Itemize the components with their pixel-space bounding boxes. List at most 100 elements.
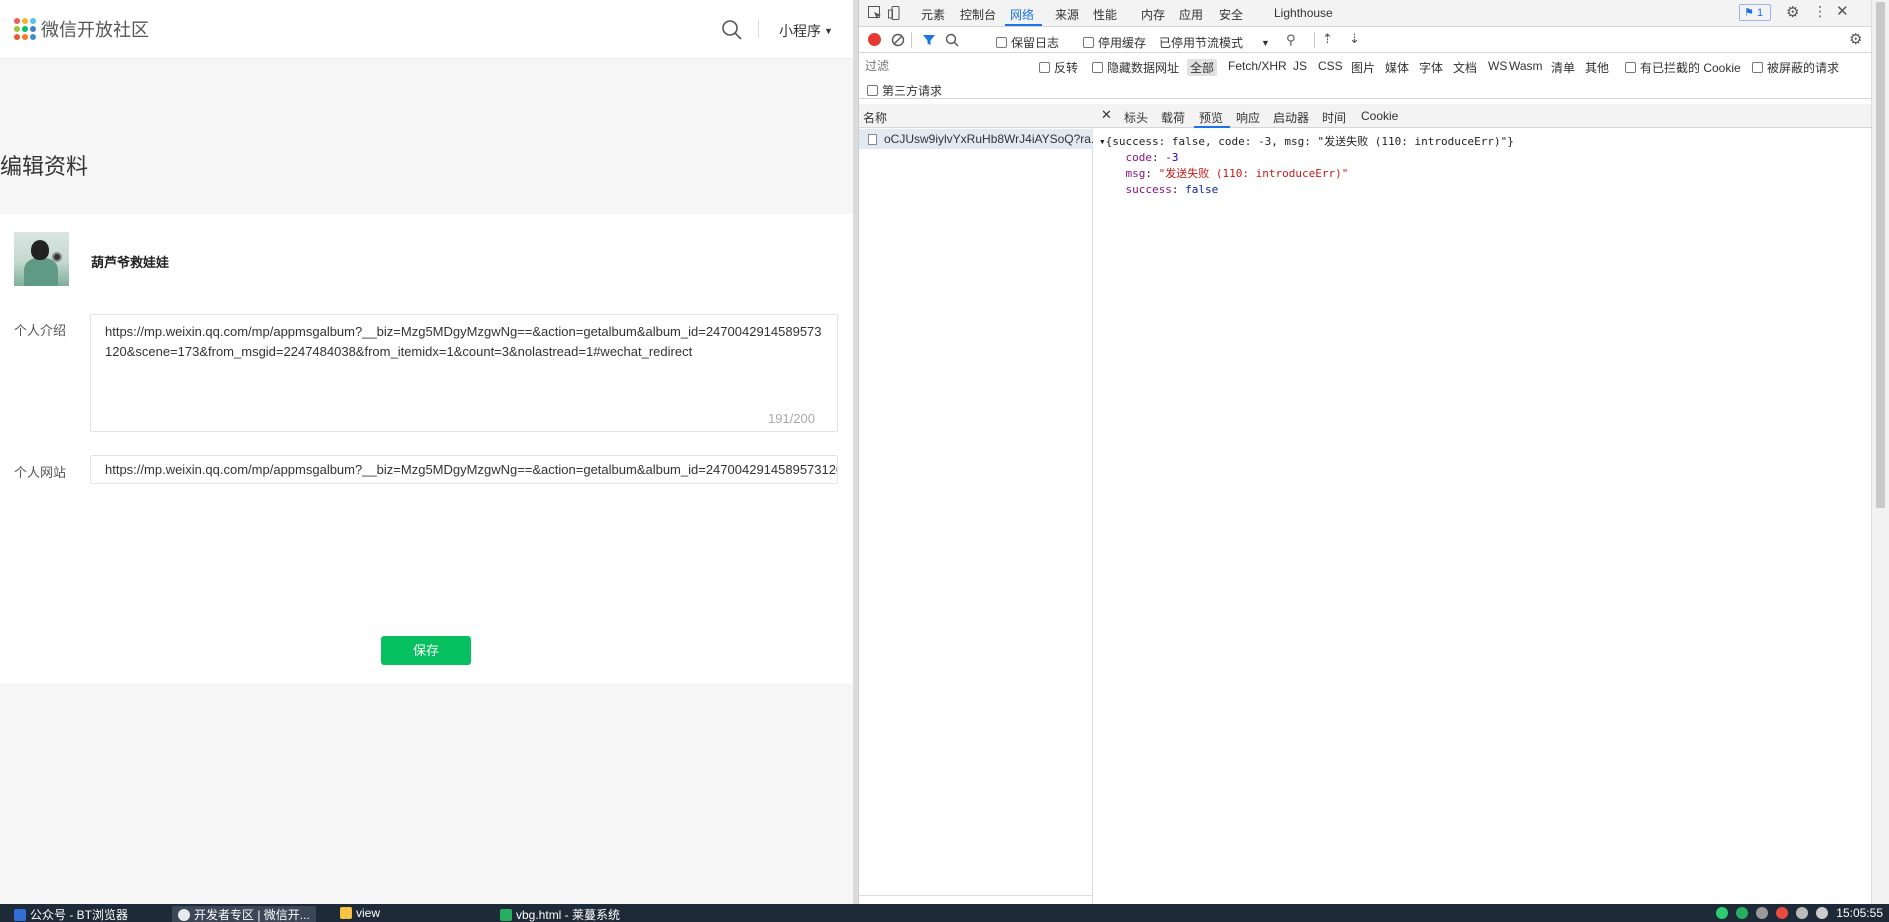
detail-tab-timing[interactable]: 时间: [1322, 109, 1346, 126]
settings-gear-icon[interactable]: ⚙: [1786, 3, 1799, 21]
more-options-icon[interactable]: ⋮: [1813, 3, 1827, 20]
filter-type-js[interactable]: JS: [1293, 59, 1307, 73]
invert-checkbox[interactable]: 反转: [1039, 59, 1078, 76]
checkbox-box: [996, 37, 1007, 48]
clock[interactable]: 15:05:55: [1836, 906, 1883, 920]
taskbar-item-view[interactable]: view: [340, 906, 380, 922]
filter-type-media[interactable]: 媒体: [1385, 59, 1409, 76]
tab-network[interactable]: 网络: [1010, 6, 1034, 23]
website-label: 个人网站: [14, 465, 67, 480]
third-party-checkbox[interactable]: 第三方请求: [867, 82, 942, 99]
tab-application[interactable]: 应用: [1179, 6, 1203, 23]
network-status-bar: [859, 895, 1093, 904]
record-icon[interactable]: [868, 33, 881, 46]
device-toolbar-icon[interactable]: [887, 5, 903, 21]
taskbar-item-devzone[interactable]: 开发者专区 | 微信开...: [172, 906, 316, 922]
tab-memory[interactable]: 内存: [1141, 6, 1165, 23]
detail-tab-preview[interactable]: 预览: [1199, 109, 1223, 126]
disable-cache-checkbox[interactable]: 停用缓存: [1083, 34, 1146, 51]
invert-label: 反转: [1054, 61, 1079, 75]
tab-console[interactable]: 控制台: [960, 6, 996, 23]
filter-type-fetch-xhr[interactable]: Fetch/XHR: [1228, 59, 1287, 73]
devtools-tabbar: 元素 控制台 网络 来源 性能 内存 应用 安全 Lighthouse ⚑ 1 …: [859, 0, 1871, 27]
issues-badge[interactable]: ⚑ 1: [1739, 4, 1771, 21]
name-column-header[interactable]: 名称: [859, 104, 1093, 128]
network-tray-icon[interactable]: [1756, 907, 1769, 919]
site-logo-icon[interactable]: [14, 18, 36, 40]
detail-tab-payload[interactable]: 载荷: [1161, 109, 1185, 126]
filter-type-other[interactable]: 其他: [1585, 59, 1609, 76]
request-row[interactable]: oCJUsw9iylvYxRuHb8WrJ4iAYSoQ?ra...: [859, 129, 1093, 149]
filter-icon[interactable]: [921, 32, 937, 48]
network-settings-gear-icon[interactable]: ⚙: [1849, 30, 1862, 48]
json-value-code: -3: [1165, 151, 1179, 164]
close-devtools-icon[interactable]: ✕: [1836, 2, 1849, 20]
preserve-log-checkbox[interactable]: 保留日志: [996, 34, 1059, 51]
app-tray-icon[interactable]: [1776, 907, 1789, 919]
tab-performance[interactable]: 性能: [1093, 6, 1117, 23]
network-filter-bar: 反转 隐藏数据网址 全部 Fetch/XHR JS CSS 图片 媒体 字体 文…: [859, 53, 1871, 99]
blocked-cookies-checkbox[interactable]: 有已拦截的 Cookie: [1625, 59, 1741, 76]
import-har-icon[interactable]: ⇡: [1322, 31, 1333, 47]
json-summary[interactable]: {success: false, code: -3, msg: "发送失败 (1…: [1106, 135, 1514, 148]
filter-input[interactable]: [865, 57, 1025, 75]
save-button[interactable]: 保存: [381, 636, 471, 665]
filter-type-doc[interactable]: 文档: [1453, 59, 1477, 76]
filter-type-css[interactable]: CSS: [1318, 59, 1343, 73]
detail-tab-cookies[interactable]: Cookie: [1361, 109, 1398, 123]
filter-type-manifest[interactable]: 清单: [1551, 59, 1575, 76]
detail-tab-headers[interactable]: 标头: [1124, 109, 1148, 126]
json-key-code: code: [1125, 151, 1153, 164]
chrome-icon: [178, 909, 190, 921]
site-title[interactable]: 微信开放社区: [41, 16, 149, 42]
wechat-tray-icon[interactable]: [1716, 907, 1729, 919]
close-detail-icon[interactable]: ✕: [1101, 107, 1112, 123]
profile-form: 葫芦爷救娃娃 个人介绍 https://mp.weixin.qq.com/mp/…: [0, 214, 853, 683]
document-icon: [868, 134, 877, 145]
tab-lighthouse[interactable]: Lighthouse: [1274, 6, 1333, 20]
disable-cache-label: 停用缓存: [1098, 36, 1147, 50]
miniprogram-menu[interactable]: 小程序 ▼: [779, 21, 833, 41]
taskbar-item-label: 公众号 - BT浏览器: [30, 908, 128, 922]
filter-type-wasm[interactable]: Wasm: [1509, 59, 1543, 73]
intro-textarea[interactable]: https://mp.weixin.qq.com/mp/appmsgalbum?…: [90, 314, 838, 432]
system-tray: 15:05:55: [1716, 906, 1883, 920]
json-value-success: false: [1185, 183, 1219, 196]
checkbox-box: [1083, 37, 1094, 48]
intro-label: 个人介绍: [14, 323, 67, 338]
detail-tab-initiator[interactable]: 启动器: [1273, 109, 1309, 126]
inspect-element-icon[interactable]: [867, 5, 883, 21]
volume-tray-icon[interactable]: [1796, 907, 1809, 919]
search-icon[interactable]: [721, 19, 743, 41]
hide-data-urls-label: 隐藏数据网址: [1107, 61, 1180, 75]
throttling-select[interactable]: 已停用节流模式 ▼: [1159, 34, 1270, 51]
filter-type-img[interactable]: 图片: [1351, 59, 1375, 76]
export-har-icon[interactable]: ⇣: [1349, 31, 1360, 47]
expand-triangle-icon[interactable]: ▾: [1099, 135, 1106, 148]
blocked-requests-label: 被屏蔽的请求: [1767, 61, 1840, 75]
filter-type-font[interactable]: 字体: [1419, 59, 1443, 76]
devtools-scrollbar[interactable]: [1871, 0, 1889, 904]
username: 葫芦爷救娃娃: [91, 255, 170, 270]
wechat-tray-icon[interactable]: [1736, 907, 1749, 919]
intro-char-counter: 191/200: [768, 411, 815, 426]
hide-data-urls-checkbox[interactable]: 隐藏数据网址: [1092, 59, 1179, 76]
network-conditions-icon[interactable]: ⚲: [1286, 32, 1296, 48]
ime-tray-icon[interactable]: [1816, 907, 1829, 919]
tab-elements[interactable]: 元素: [921, 6, 945, 23]
caret-down-icon: ▼: [824, 26, 833, 36]
blocked-requests-checkbox[interactable]: 被屏蔽的请求: [1752, 59, 1839, 76]
clear-icon[interactable]: [890, 32, 906, 48]
detail-tab-response[interactable]: 响应: [1236, 109, 1260, 126]
filter-type-ws[interactable]: WS: [1488, 59, 1507, 73]
taskbar-item-editor[interactable]: vbg.html - 莱蔓系统: [500, 906, 620, 922]
tab-sources[interactable]: 来源: [1055, 6, 1079, 23]
search-icon[interactable]: [944, 32, 960, 48]
filter-type-all[interactable]: 全部: [1187, 59, 1218, 76]
scrollbar-thumb[interactable]: [1876, 2, 1885, 508]
avatar[interactable]: [14, 232, 69, 286]
devtools-panel: 元素 控制台 网络 来源 性能 内存 应用 安全 Lighthouse ⚑ 1 …: [858, 0, 1871, 904]
website-input[interactable]: https://mp.weixin.qq.com/mp/appmsgalbum?…: [90, 455, 838, 484]
taskbar-item-browser[interactable]: 公众号 - BT浏览器: [14, 906, 128, 922]
tab-security[interactable]: 安全: [1219, 6, 1243, 23]
